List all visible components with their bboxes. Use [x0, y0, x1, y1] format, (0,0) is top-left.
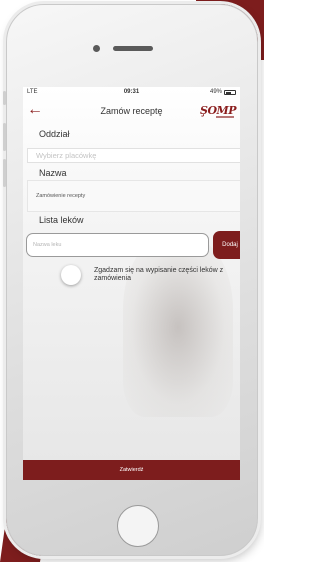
stage: LTE 09:31 49% ← Zamów receptę ŞOMP Oddzi…	[0, 0, 264, 562]
front-camera	[93, 45, 100, 52]
branch-select[interactable]: Wybierz placówkę	[27, 148, 240, 163]
name-field[interactable]: Zamówienie recepty	[27, 180, 240, 212]
add-drug-button[interactable]: Dodaj	[213, 231, 240, 259]
drug-list-label: Lista leków	[39, 215, 84, 225]
app-screen: LTE 09:31 49% ← Zamów receptę ŞOMP Oddzi…	[23, 87, 240, 480]
battery-icon	[224, 90, 236, 95]
consent-toggle[interactable]	[61, 265, 81, 285]
drug-name-input[interactable]: Nazwa leku	[26, 233, 209, 257]
status-bar: LTE 09:31 49%	[23, 87, 240, 99]
nav-bar: ← Zamów receptę ŞOMP	[23, 99, 240, 123]
name-label: Nazwa	[39, 168, 67, 178]
background-photo	[123, 237, 233, 417]
earpiece-speaker	[113, 46, 153, 51]
branch-label: Oddział	[39, 129, 70, 139]
consent-label: Zgadzam się na wypisanie części leków z …	[94, 267, 224, 282]
home-button[interactable]	[117, 505, 159, 547]
battery-percent: 49%	[209, 89, 222, 95]
submit-button[interactable]: Zatwierdź	[23, 460, 240, 480]
clock: 09:31	[123, 89, 140, 95]
volume-up-button	[3, 123, 6, 151]
mute-switch	[3, 91, 6, 105]
logo-underline	[216, 116, 234, 118]
volume-down-button	[3, 159, 6, 187]
